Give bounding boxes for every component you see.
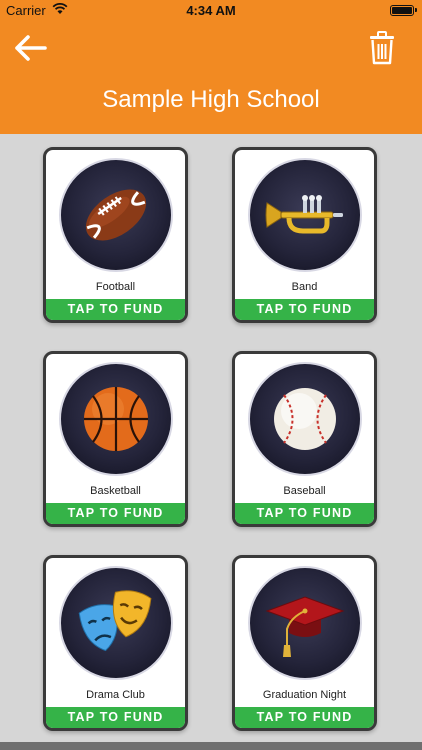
activity-grid: Football TAP TO FUND Band TAP TO FUND Ba… (0, 134, 422, 740)
graduation-cap-icon (265, 596, 345, 657)
app-header: Carrier 4:34 AM Sample High School (0, 0, 422, 134)
activity-image (248, 158, 362, 272)
status-time: 4:34 AM (186, 3, 236, 18)
activity-image (59, 158, 173, 272)
activity-card-drama-club[interactable]: Drama Club TAP TO FUND (43, 555, 188, 731)
activity-card-graduation-night[interactable]: Graduation Night TAP TO FUND (232, 555, 377, 731)
delete-button[interactable] (362, 28, 402, 68)
page-title: Sample High School (102, 86, 320, 113)
trumpet-icon (265, 195, 343, 234)
activity-card-football[interactable]: Football TAP TO FUND (43, 147, 188, 323)
activity-image (248, 362, 362, 476)
activity-card-baseball[interactable]: Baseball TAP TO FUND (232, 351, 377, 527)
activity-image (59, 566, 173, 680)
activity-name: Drama Club (86, 689, 145, 701)
tap-to-fund-button[interactable]: TAP TO FUND (235, 299, 374, 320)
activity-name: Band (291, 281, 318, 293)
trash-icon (370, 31, 394, 65)
tap-to-fund-button[interactable]: TAP TO FUND (46, 707, 185, 728)
battery-icon (390, 5, 417, 16)
tap-to-fund-button[interactable]: TAP TO FUND (235, 707, 374, 728)
bottom-bar (0, 742, 422, 750)
tap-to-fund-button[interactable]: TAP TO FUND (46, 299, 185, 320)
activity-image (248, 566, 362, 680)
theater-masks-icon (78, 590, 152, 652)
activity-name: Basketball (90, 485, 141, 497)
activity-card-band[interactable]: Band TAP TO FUND (232, 147, 377, 323)
back-arrow-icon (15, 35, 47, 61)
baseball-icon (274, 388, 336, 450)
football-icon (85, 189, 147, 241)
activity-card-basketball[interactable]: Basketball TAP TO FUND (43, 351, 188, 527)
basketball-icon (84, 387, 148, 451)
activity-name: Football (95, 281, 136, 293)
tap-to-fund-button[interactable]: TAP TO FUND (235, 503, 374, 524)
activity-image (59, 362, 173, 476)
tap-to-fund-button[interactable]: TAP TO FUND (46, 503, 185, 524)
activity-name: Baseball (283, 485, 326, 497)
status-bar: Carrier 4:34 AM (0, 0, 422, 22)
back-button[interactable] (10, 28, 50, 68)
activity-name: Graduation Night (262, 689, 347, 701)
